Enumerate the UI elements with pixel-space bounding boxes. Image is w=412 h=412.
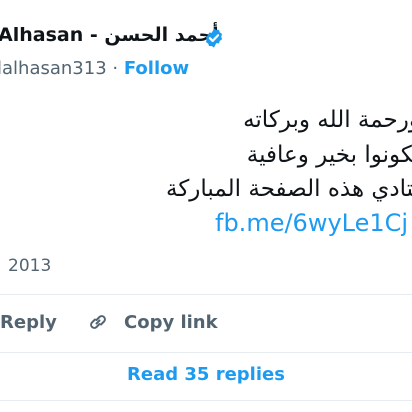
author-handle[interactable]: lalhasan313 — [0, 58, 107, 79]
tweet-text-line: بتادي هذه الصفحة المباركة — [166, 176, 412, 202]
divider — [0, 352, 412, 353]
tweet-text-line: تكونوا بخير وعافية — [246, 142, 412, 168]
copy-link-button[interactable]: Copy link — [86, 310, 218, 334]
tweet-timestamp[interactable]: 2013 — [8, 256, 51, 276]
handle-line: lalhasan313 · Follow — [0, 58, 189, 79]
divider — [0, 294, 412, 295]
copy-link-label: Copy link — [124, 311, 218, 333]
read-replies-button[interactable]: Read 35 replies — [0, 364, 412, 385]
reply-button[interactable]: Reply — [0, 312, 57, 333]
link-icon — [90, 315, 106, 329]
follow-button[interactable]: Follow — [124, 58, 189, 79]
divider — [0, 400, 412, 401]
author-display-name[interactable]: Alhasan - أحمد الحسن — [0, 24, 219, 46]
handle-separator: · — [112, 58, 119, 79]
verified-badge-icon — [205, 28, 223, 48]
tweet-link[interactable]: fb.me/6wyLe1Cj — [215, 209, 408, 237]
tweet-text-line: ورحمة الله وبركاته — [243, 107, 412, 133]
